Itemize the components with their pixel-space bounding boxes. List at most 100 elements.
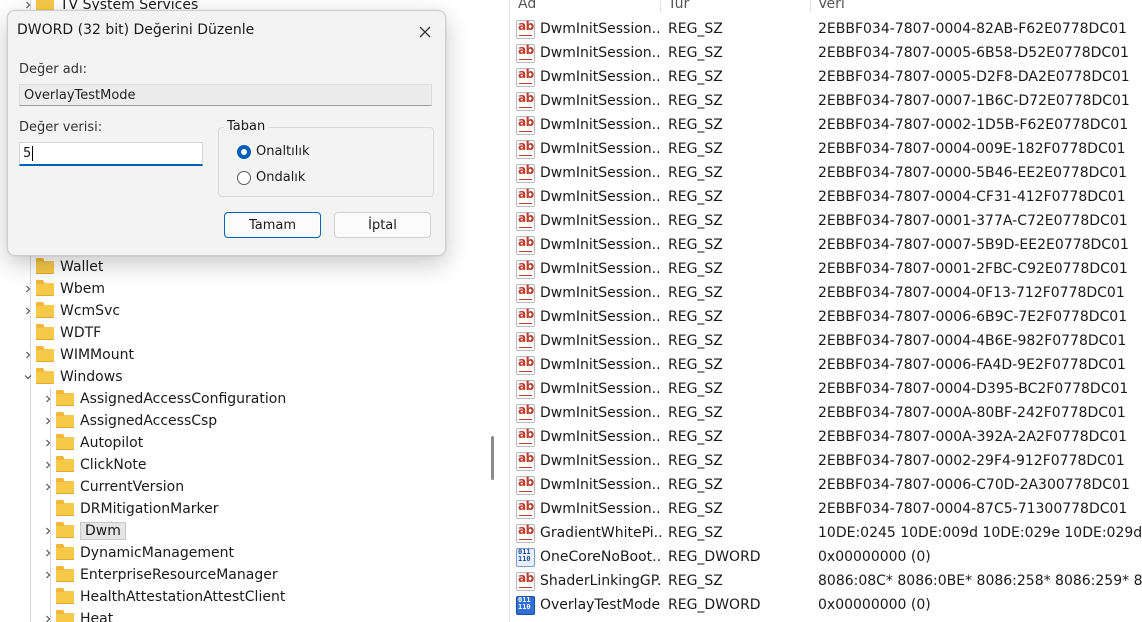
value-row[interactable]: ab DwmInitSession... REG_SZ 2EBBF034-7807-0… (510, 137, 1142, 161)
chevron-right-icon[interactable] (40, 388, 56, 410)
value-row[interactable]: ab GradientWhitePi... REG_SZ 10DE:0245 10DE… (510, 521, 1142, 545)
value-row[interactable]: ab DwmInitSession... REG_SZ 2EBBF034-7807-0… (510, 209, 1142, 233)
value-row[interactable]: ab DwmInitSession... REG_SZ 2EBBF034-7807-0… (510, 473, 1142, 497)
tree-item[interactable]: Wbem (20, 278, 105, 300)
string-value-icon: ab (516, 211, 535, 231)
string-value-icon: ab (516, 235, 535, 255)
folder-icon (56, 499, 74, 516)
value-row[interactable]: ab DwmInitSession... REG_SZ 2EBBF034-7807-0… (510, 497, 1142, 521)
value-data-cell: 2EBBF034-7807-0001-2FBC-C92E0778DC01 (818, 261, 1128, 277)
value-row[interactable]: ab DwmInitSession... REG_SZ 2EBBF034-7807-0… (510, 185, 1142, 209)
value-data-cell: 2EBBF034-7807-0004-87C5-71300778DC01 (818, 501, 1128, 517)
value-row[interactable]: ab DwmInitSession... REG_SZ 2EBBF034-7807-0… (510, 161, 1142, 185)
tree-item-label: Autopilot (80, 435, 144, 451)
column-header-type[interactable]: Tür (660, 0, 689, 12)
value-row[interactable]: ab DwmInitSession... REG_SZ 2EBBF034-7807-0… (510, 401, 1142, 425)
chevron-right-icon[interactable] (40, 476, 56, 498)
tree-item[interactable]: ClickNote (40, 454, 147, 476)
value-data-cell: 0x00000000 (0) (818, 597, 931, 613)
string-value-icon: ab (516, 379, 535, 399)
radio-decimal-label: Ondalık (256, 170, 306, 185)
value-row[interactable]: ab DwmInitSession... REG_SZ 2EBBF034-7807-0… (510, 113, 1142, 137)
chevron-right-icon[interactable] (20, 278, 36, 300)
tree-item[interactable]: CurrentVersion (40, 476, 184, 498)
dword-value-icon: 011 110 (516, 595, 535, 615)
value-row[interactable]: ab DwmInitSession... REG_SZ 2EBBF034-7807-0… (510, 233, 1142, 257)
value-name-cell: ab DwmInitSession... (516, 67, 662, 87)
chevron-right-icon[interactable] (40, 542, 56, 564)
column-header-data[interactable]: Veri (810, 0, 845, 12)
tree-item[interactable]: Dwm (40, 520, 126, 542)
string-value-icon: ab (516, 571, 535, 591)
value-row[interactable]: ab DwmInitSession... REG_SZ 2EBBF034-7807-0… (510, 41, 1142, 65)
value-name-text: DwmInitSession... (540, 501, 662, 517)
chevron-right-icon[interactable] (20, 344, 36, 366)
value-type-cell: REG_SZ (668, 189, 723, 205)
value-data-cell: 2EBBF034-7807-0002-29F4-912F0778DC01 (818, 453, 1125, 469)
tree-item[interactable]: DynamicManagement (40, 542, 234, 564)
ok-button[interactable]: Tamam (224, 212, 321, 238)
value-row[interactable]: ab DwmInitSession... REG_SZ 2EBBF034-7807-0… (510, 329, 1142, 353)
value-data-cell: 8086:08C* 8086:0BE* 8086:258* 8086:259* … (818, 573, 1142, 589)
value-type-cell: REG_SZ (668, 93, 723, 109)
value-name-cell: ab DwmInitSession... (516, 499, 662, 519)
value-row[interactable]: ab DwmInitSession... REG_SZ 2EBBF034-7807-0… (510, 89, 1142, 113)
chevron-right-icon[interactable] (40, 410, 56, 432)
chevron-down-icon[interactable] (20, 366, 36, 388)
radio-hexadecimal[interactable]: Onaltılık (237, 144, 310, 159)
tree-item[interactable]: AssignedAccessCsp (40, 410, 217, 432)
chevron-right-icon[interactable] (40, 608, 56, 622)
tree-item[interactable]: AssignedAccessConfiguration (40, 388, 286, 410)
tree-item-label: DynamicManagement (80, 545, 234, 561)
value-row[interactable]: ab DwmInitSession... REG_SZ 2EBBF034-7807-0… (510, 353, 1142, 377)
column-header-name[interactable]: Ad (510, 0, 536, 12)
value-name-text: DwmInitSession... (540, 357, 662, 373)
value-name-text: OneCoreNoBoot... (540, 549, 662, 565)
value-row[interactable]: ab DwmInitSession... REG_SZ 2EBBF034-7807-0… (510, 17, 1142, 41)
value-row[interactable]: ab DwmInitSession... REG_SZ 2EBBF034-7807-0… (510, 65, 1142, 89)
value-type-cell: REG_SZ (668, 453, 723, 469)
value-row[interactable]: 011 110 OneCoreNoBoot... REG_DWORD 0x0000000… (510, 545, 1142, 569)
value-row[interactable]: ab DwmInitSession... REG_SZ 2EBBF034-7807-0… (510, 305, 1142, 329)
tree-item[interactable]: Windows (20, 366, 123, 388)
value-name-cell: ab DwmInitSession... (516, 379, 662, 399)
value-type-cell: REG_SZ (668, 525, 723, 541)
tree-item[interactable]: WIMMount (20, 344, 134, 366)
value-data-cell: 2EBBF034-7807-000A-392A-2A2F0778DC01 (818, 429, 1127, 445)
cancel-button[interactable]: İptal (334, 212, 431, 238)
tree-item[interactable]: Autopilot (40, 432, 143, 454)
folder-icon (56, 433, 74, 450)
pane-splitter[interactable] (482, 0, 510, 622)
tree-item[interactable]: WcmSvc (20, 300, 120, 322)
chevron-right-icon[interactable] (40, 432, 56, 454)
tree-item[interactable]: Heat (40, 608, 113, 622)
value-row[interactable]: ab DwmInitSession... REG_SZ 2EBBF034-7807-0… (510, 281, 1142, 305)
values-list[interactable]: Ad Tür Veri ab DwmInitSession... REG_SZ 2EB… (510, 0, 1142, 622)
value-row[interactable]: 011 110 OverlayTestMode REG_DWORD 0x00000000… (510, 593, 1142, 617)
chevron-right-icon[interactable] (40, 520, 56, 542)
chevron-right-icon[interactable] (40, 454, 56, 476)
value-data-input[interactable]: 5 (19, 142, 203, 166)
value-row[interactable]: ab DwmInitSession... REG_SZ 2EBBF034-7807-0… (510, 449, 1142, 473)
value-data-cell: 0x00000000 (0) (818, 549, 931, 565)
value-row[interactable]: ab DwmInitSession... REG_SZ 2EBBF034-7807-0… (510, 425, 1142, 449)
value-row[interactable]: ab DwmInitSession... REG_SZ 2EBBF034-7807-0… (510, 257, 1142, 281)
chevron-right-icon[interactable] (40, 564, 56, 586)
scrollbar-thumb[interactable] (491, 436, 494, 480)
tree-item[interactable]: Wallet (20, 256, 103, 278)
tree-item[interactable]: EnterpriseResourceManager (40, 564, 278, 586)
radio-decimal[interactable]: Ondalık (237, 170, 305, 185)
value-row[interactable]: ab DwmInitSession... REG_SZ 2EBBF034-7807-0… (510, 377, 1142, 401)
value-data-cell: 2EBBF034-7807-0004-CF31-412F0778DC01 (818, 189, 1126, 205)
tree-item[interactable]: HealthAttestationAttestClient (40, 586, 285, 608)
tree-item-label: AssignedAccessConfiguration (80, 391, 287, 407)
tree-item[interactable]: DRMitigationMarker (40, 498, 219, 520)
string-value-icon: ab (516, 307, 535, 327)
close-button[interactable] (412, 19, 438, 45)
folder-icon (36, 323, 54, 340)
tree-item[interactable]: WDTF (20, 322, 101, 344)
tree-item-label: Dwm (80, 522, 126, 540)
chevron-right-icon[interactable] (20, 300, 36, 322)
radio-selected-icon (237, 144, 251, 159)
value-row[interactable]: ab ShaderLinkingGP... REG_SZ 8086:08C* 8086… (510, 569, 1142, 593)
